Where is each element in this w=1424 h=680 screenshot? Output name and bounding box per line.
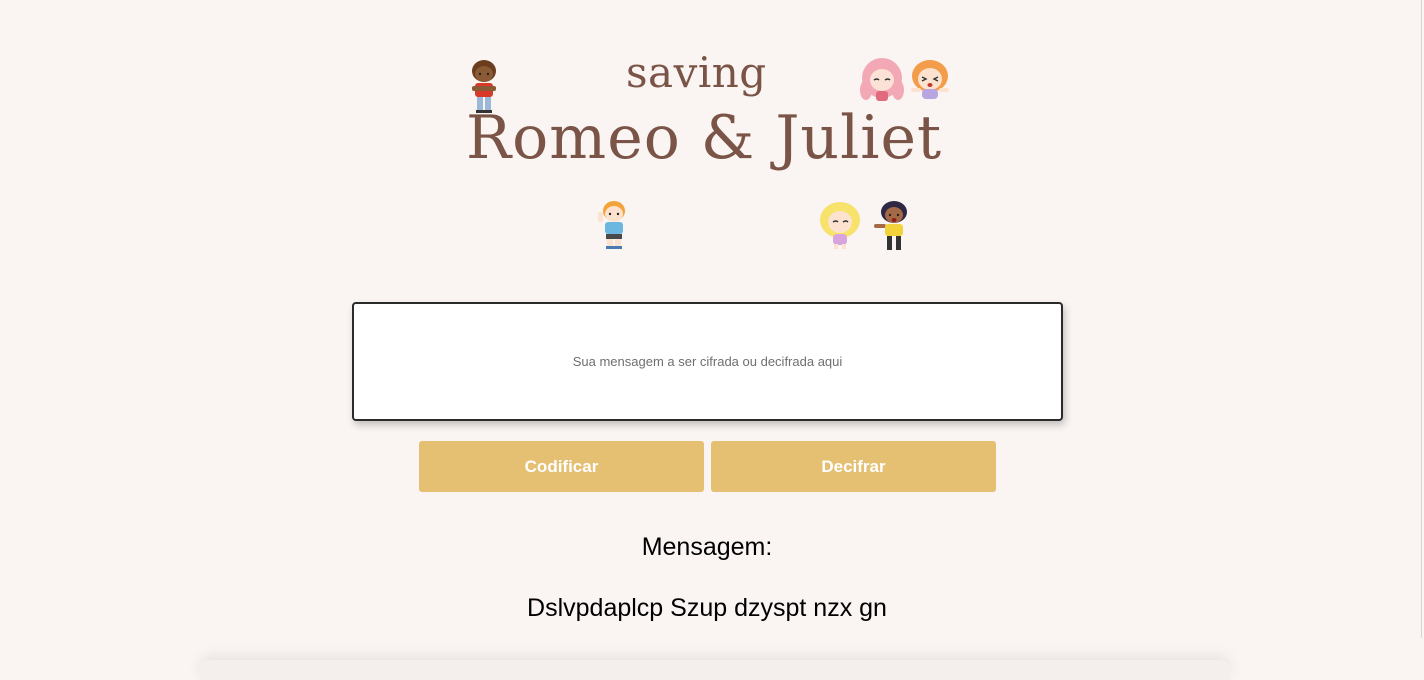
decode-button[interactable]: Decifrar bbox=[711, 441, 996, 492]
header: saving Romeo & Juliet bbox=[0, 0, 1424, 280]
boy-blue-shirt-icon bbox=[598, 201, 625, 249]
encode-button[interactable]: Codificar bbox=[419, 441, 704, 492]
footer-panel bbox=[200, 660, 1230, 680]
result-text: Dslvpdaplcp Szup dzyspt nzx gn bbox=[527, 594, 887, 622]
logo-title: Romeo & Juliet bbox=[466, 103, 943, 173]
result-label: Mensagem: bbox=[641, 533, 773, 561]
logo-saving-text: saving bbox=[626, 48, 767, 97]
girl-orange-hair-icon bbox=[911, 60, 949, 99]
message-input-container bbox=[352, 302, 1063, 421]
boy-red-shirt-icon bbox=[472, 60, 496, 113]
girl-pink-hair-icon bbox=[860, 58, 904, 101]
boy-yellow-shirt-icon bbox=[874, 201, 907, 250]
girl-blonde-icon bbox=[820, 202, 860, 249]
message-input[interactable] bbox=[354, 304, 1061, 419]
